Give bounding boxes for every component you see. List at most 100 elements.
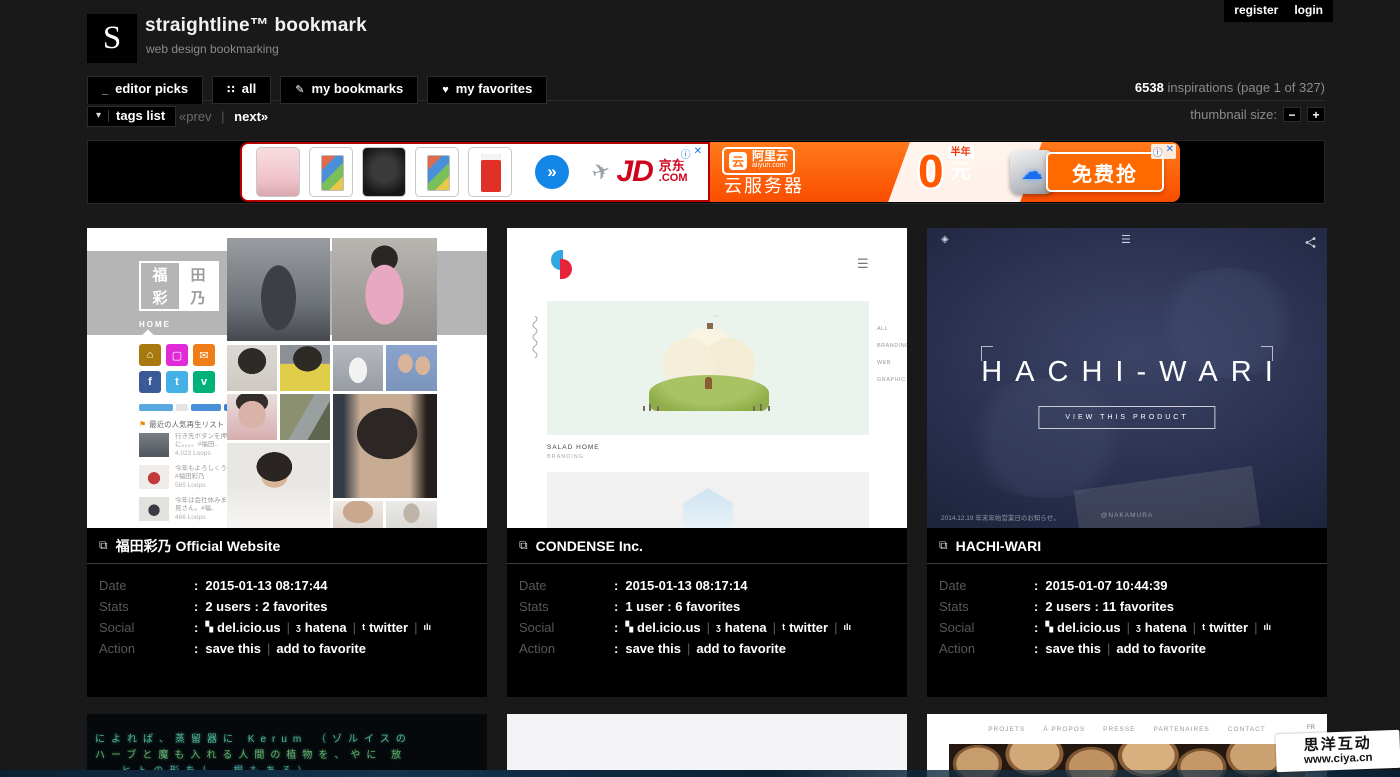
site-logo[interactable]: S (87, 14, 137, 63)
delicious-icon: ▚ (625, 617, 633, 638)
menu-item: WEB (877, 360, 907, 366)
hero-illustration: ~ (547, 301, 869, 435)
twitter-link[interactable]: twitter (789, 617, 828, 638)
twitter-icon: t (1202, 617, 1205, 638)
matrix-text-line: によれば、蒸留器に Kerum （ゾルイスの (95, 730, 412, 745)
pencil-icon: ✎ (295, 84, 304, 96)
stats-label: Stats (939, 596, 1034, 617)
photo (332, 238, 437, 341)
site-thumbnail-partial[interactable]: によれば、蒸留器に Kerum （ゾルイスの ハーブと魔も入れる人間の植物を、や… (87, 714, 487, 777)
house-illustration (683, 488, 733, 528)
window-icon: ⧉ (99, 538, 108, 553)
hatena-link[interactable]: hatena (1145, 617, 1187, 638)
delicious-link[interactable]: del.icio.us (1057, 617, 1121, 638)
thumbnail-size-control: thumbnail size: − + (1190, 107, 1325, 122)
bookmark-title[interactable]: CONDENSE Inc. (536, 538, 643, 554)
ad-choice-icons[interactable]: ⓘ✕ (679, 146, 704, 161)
hatena-link[interactable]: hatena (305, 617, 347, 638)
condense-logo-red (560, 259, 572, 279)
tiny-person (753, 406, 755, 411)
tab-editor-picks[interactable]: _editor picks (87, 76, 203, 104)
glowing-cloud-icon: ☁ (1021, 159, 1043, 185)
video-thumb (139, 433, 169, 457)
save-this-link[interactable]: save this (1045, 638, 1101, 659)
twitter-link[interactable]: twitter (1209, 617, 1248, 638)
tab-my-bookmarks[interactable]: ✎my bookmarks (280, 76, 418, 104)
add-to-favorite-link[interactable]: add to favorite (1116, 638, 1206, 659)
grid-icon: ∷ (227, 84, 235, 96)
stats-value: 1 user : 6 favorites (625, 596, 740, 617)
video-loops: 466 Loops (175, 514, 205, 521)
thumb-nav-home: HOME (139, 320, 171, 329)
add-to-favorite-link[interactable]: add to favorite (276, 638, 366, 659)
matrix-text-line: ハーブと魔も入れる人間の植物を、やに 放 (95, 746, 407, 761)
hatena-icon: ʒ (1136, 617, 1141, 638)
hamburger-icon: ☰ (857, 256, 869, 272)
tab-all[interactable]: ∷all (212, 76, 271, 104)
tweet-badge (139, 404, 173, 411)
site-thumbnail-condense[interactable]: ☰ ~ SALAD HOME BRANDING ALL BRANDING WEB… (507, 228, 907, 528)
heart-icon: ♥ (442, 84, 449, 96)
ad-jd[interactable]: » ✈ JD 京东 .COM ⓘ✕ (240, 142, 710, 202)
next-link[interactable]: next» (234, 109, 268, 124)
add-to-favorite-link[interactable]: add to favorite (696, 638, 786, 659)
card-details: Date :2015-01-07 10:44:39 Stats :2 users… (927, 564, 1327, 697)
video-thumb (139, 497, 169, 521)
chart-icon: ılı (1263, 617, 1271, 638)
card-title-bar: ⧉ 福田彩乃 Official Website (87, 528, 487, 564)
page-title: straightline™ bookmark (145, 15, 367, 37)
site-thumbnail-fukuda[interactable]: 福田 彩乃 HOME ⌂ ▢ ✉ f t v ⚑最近の人気再生リスト 行き先ボタ… (87, 228, 487, 528)
chevron-down-icon: ▾ (96, 110, 101, 121)
tab-bar: _editor picks ∷all ✎my bookmarks ♥my fav… (87, 76, 547, 104)
thumbnail-larger-button[interactable]: + (1307, 107, 1325, 122)
ad-info-icon: ⓘ (681, 146, 691, 161)
nav-item: PARTENAIRES (1154, 726, 1210, 733)
photo (333, 394, 437, 498)
tab-my-favorites[interactable]: ♥my favorites (427, 76, 547, 104)
save-this-link[interactable]: save this (205, 638, 261, 659)
window-icon: ⧉ (939, 538, 948, 553)
aliyun-logo: 云 阿里云 aliyun.com (722, 147, 795, 175)
delicious-link[interactable]: del.icio.us (217, 617, 281, 638)
social-label: Social (939, 617, 1034, 638)
photo (227, 238, 330, 341)
watermark: 思洋互动 www.ciya.cn (1275, 730, 1400, 772)
twitter-link[interactable]: twitter (369, 617, 408, 638)
ad-choice-icons[interactable]: ⓘ✕ (1151, 144, 1176, 159)
video-thumb (139, 465, 169, 489)
view-product-button: VIEW THIS PRODUCT (1038, 406, 1215, 429)
tiny-door (705, 377, 712, 389)
bookmark-title[interactable]: 福田彩乃 Official Website (116, 536, 281, 556)
page-subtitle: web design bookmarking (146, 42, 279, 56)
credit-text: @NAKAMURA (1101, 512, 1153, 519)
stats-label: Stats (99, 596, 194, 617)
date-value: 2015-01-13 08:17:14 (625, 575, 747, 596)
delicious-link[interactable]: del.icio.us (637, 617, 701, 638)
login-link[interactable]: login (1294, 3, 1323, 17)
prev-link[interactable]: «prev (179, 109, 212, 124)
save-this-link[interactable]: save this (625, 638, 681, 659)
bookmark-title[interactable]: HACHI-WARI (956, 538, 1042, 554)
ad-arrow-button[interactable]: » (535, 155, 569, 189)
site-thumbnail-partial[interactable] (507, 714, 907, 777)
bookmark-card: 福田 彩乃 HOME ⌂ ▢ ✉ f t v ⚑最近の人気再生リスト 行き先ボタ… (87, 228, 487, 697)
tags-list-button[interactable]: ▾ tags list (87, 106, 176, 127)
news-ticker: 2014.12.19 年末年始営業日のお知らせ。 (941, 512, 1060, 522)
register-link[interactable]: register (1234, 3, 1278, 17)
twitter-icon: t (782, 617, 785, 638)
ad-aliyun[interactable]: 云 阿里云 aliyun.com 云服务器 0 半年 元 ☁ 免费抢 ⓘ✕ (710, 142, 1180, 202)
tiny-person (768, 406, 770, 411)
menu-item: BRANDING (877, 343, 907, 349)
stats-value: 2 users : 11 favorites (1045, 596, 1174, 617)
date-label: Date (99, 575, 194, 596)
nav-item: PROJETS (988, 726, 1025, 733)
ad-cta-button[interactable]: 免费抢 (1046, 152, 1164, 192)
site-thumbnail-partial[interactable]: PROJETS À PROPOS PRESSE PARTENAIRES CONT… (927, 714, 1327, 777)
thumbnail-smaller-button[interactable]: − (1283, 107, 1301, 122)
thumb-nav-bar: PROJETS À PROPOS PRESSE PARTENAIRES CONT… (927, 714, 1327, 744)
second-project-section (547, 472, 869, 528)
site-thumbnail-hachiwari[interactable]: ◈ ☰ HACHI-WARI VIEW THIS PRODUCT 2014.12… (927, 228, 1327, 528)
hatena-link[interactable]: hatena (725, 617, 767, 638)
ad-banner[interactable]: » ✈ JD 京东 .COM ⓘ✕ 云 阿里云 aliyun.com (240, 142, 1180, 202)
count-badge (176, 404, 188, 411)
